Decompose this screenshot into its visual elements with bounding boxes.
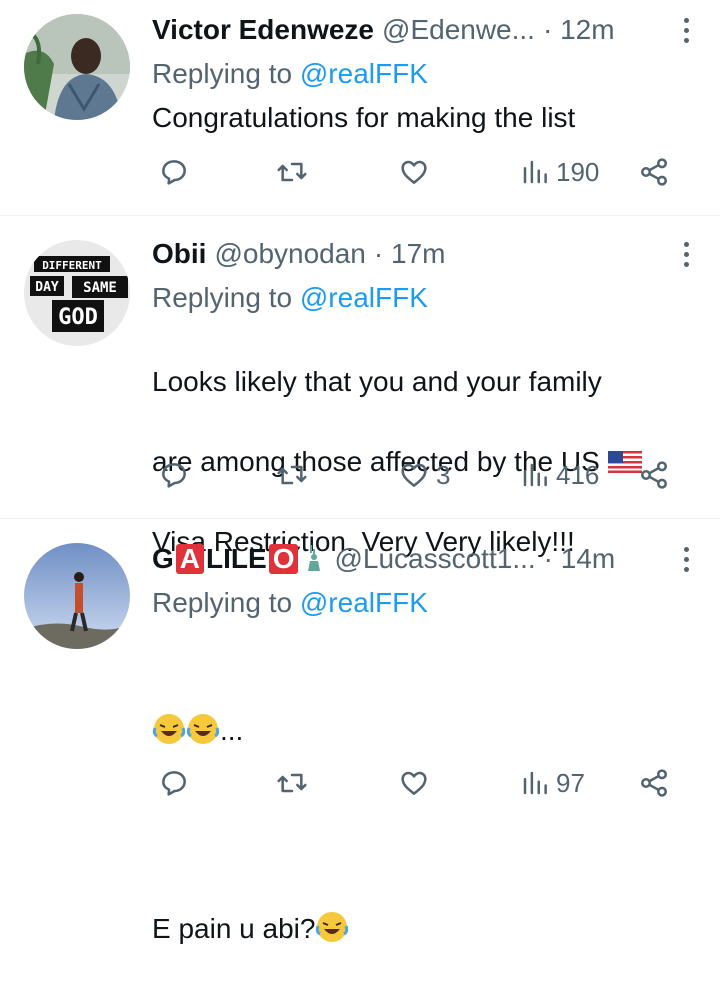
user-handle[interactable]: @Edenwe... [382,14,535,46]
display-name[interactable]: Obii [152,238,206,270]
avatar-text-2: DAY [35,280,59,295]
tweet-header: Victor Edenweze @Edenwe... · 12m [152,12,615,48]
avatar[interactable] [24,543,130,649]
like-icon [401,463,427,487]
reply-icon [162,771,186,796]
tweet-actions: 3 416 [0,459,720,499]
avatar-text-4: GOD [58,305,98,330]
retweet-button[interactable] [275,156,309,188]
replying-to: Replying to @realFFK [152,58,428,89]
mention-link[interactable]: @realFFK [300,282,428,313]
retweet-icon [277,465,307,485]
share-icon [641,461,667,489]
timestamp[interactable]: · 17m [374,238,446,270]
like-count: 3 [436,459,451,490]
reply-button[interactable] [158,459,190,491]
tweet-actions: 190 [0,156,720,196]
tweet-3[interactable]: G A LILE O @Lucasscott1... · 14m Replying t… [0,519,720,944]
timestamp[interactable]: · 14m [544,543,616,575]
retweet-button[interactable] [275,459,309,491]
laughing-crying-emoji [186,714,220,744]
laughing-crying-emoji [316,912,349,942]
more-icon[interactable] [674,12,698,48]
like-button[interactable] [398,156,430,188]
share-button[interactable] [638,459,670,491]
retweet-icon [277,162,307,182]
more-icon[interactable] [674,541,698,577]
tweet-1[interactable]: Victor Edenweze @Edenwe... · 12m Replyin… [0,0,720,215]
like-icon [401,160,427,184]
reply-icon [162,160,186,185]
views-button[interactable]: 190 [520,156,599,188]
tweet-text: Congratulations for making the list [152,102,576,133]
views-button[interactable]: 97 [520,767,585,799]
tweet-header: G A LILE O @Lucasscott1... · 14m [152,541,615,577]
view-count: 97 [556,767,585,798]
views-icon [523,771,547,795]
tweet-text-line: E pain u abi? [152,869,349,949]
views-icon [523,160,547,184]
display-name[interactable]: G A LILE O [152,543,326,575]
share-icon [641,769,667,797]
retweet-button[interactable] [275,767,309,799]
tweet-text: ... E pain u abi? [152,631,349,989]
view-count: 416 [556,459,600,490]
reply-button[interactable] [158,156,190,188]
like-button[interactable] [398,767,430,799]
views-icon [523,463,547,487]
tweet-text-line: ... [152,671,349,751]
mention-link[interactable]: @realFFK [300,587,428,618]
avatar[interactable]: DIFFERENT DAY SAME GOD [24,240,130,346]
laughing-crying-emoji [152,714,186,744]
tweet-2[interactable]: DIFFERENT DAY SAME GOD Obii @obynodan · … [0,216,720,557]
timestamp[interactable]: · 12m [543,14,615,46]
tweet-actions: 97 [0,767,720,807]
display-name[interactable]: Victor Edenweze [152,14,374,46]
avatar-text-1: DIFFERENT [42,259,102,272]
replying-to: Replying to @realFFK [152,282,428,313]
share-icon [641,158,667,186]
reply-icon [162,463,186,488]
like-button[interactable]: 3 [398,459,450,491]
like-icon [401,771,427,795]
avatar-text-3: SAME [83,280,117,296]
more-icon[interactable] [674,236,698,272]
share-button[interactable] [638,156,670,188]
avatar[interactable] [24,14,130,120]
user-handle[interactable]: @Lucasscott1... [334,543,535,575]
tweet-text-line: Looks likely that you and your family [152,366,602,397]
user-handle[interactable]: @obynodan [214,238,365,270]
share-button[interactable] [638,767,670,799]
tweet-header: Obii @obynodan · 17m [152,236,445,272]
statue-of-liberty-emoji [308,545,321,571]
views-button[interactable]: 416 [520,459,599,491]
replying-to: Replying to @realFFK [152,587,428,618]
reply-button[interactable] [158,767,190,799]
view-count: 190 [556,156,600,187]
mention-link[interactable]: @realFFK [300,58,428,89]
retweet-icon [277,773,307,793]
